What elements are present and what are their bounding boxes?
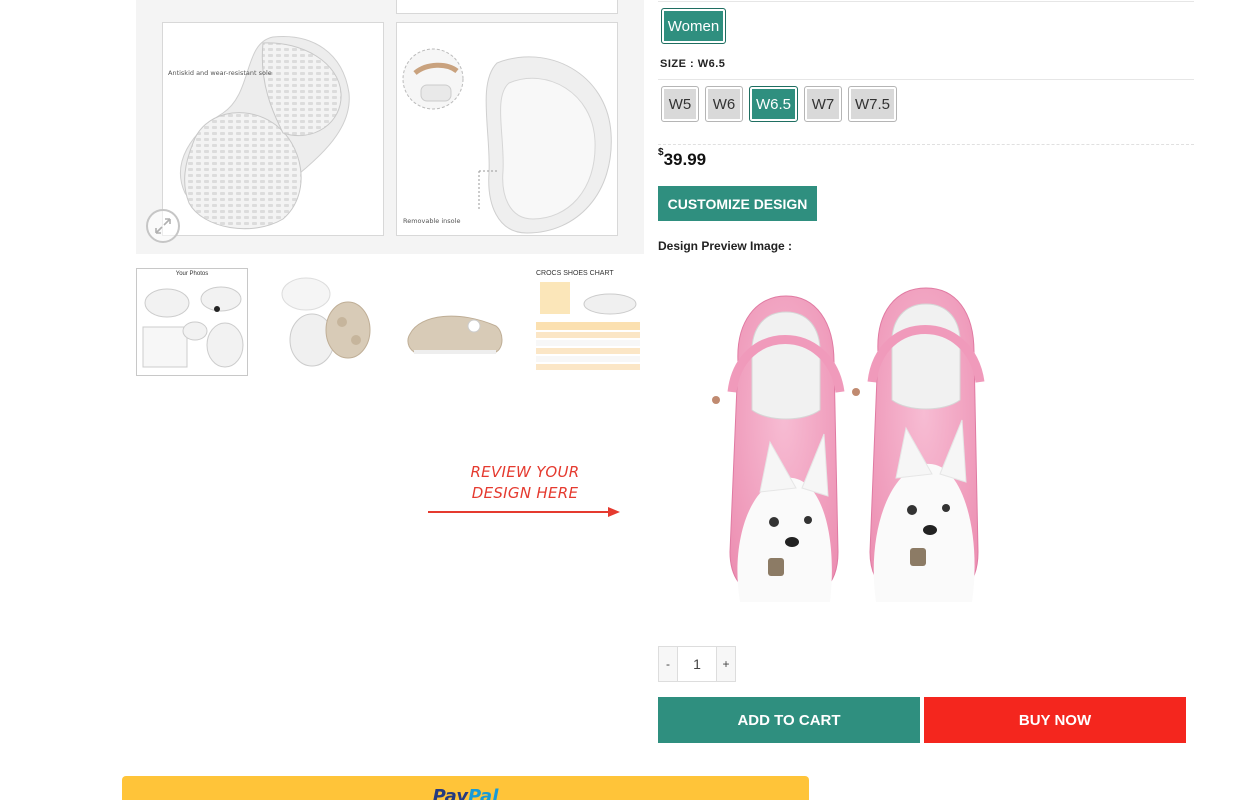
thumbnail-2[interactable] (268, 268, 380, 376)
add-to-cart-button[interactable]: ADD TO CART (658, 697, 920, 743)
design-preview-image (712, 287, 985, 602)
size-label: SIZE : W6.5 (660, 58, 726, 70)
size-option-w6[interactable]: W6 (705, 86, 743, 122)
zoom-out-icon[interactable] (146, 209, 180, 243)
review-design-callout: REVIEW YOUR DESIGN HERE (460, 462, 590, 504)
callout-line-2: DESIGN HERE (471, 484, 579, 502)
image-top-strip (396, 0, 618, 14)
paypal-logo-part2: Pal (468, 786, 499, 800)
sole-caption: Antiskid and wear-resistant sole (168, 69, 272, 77)
option-divider-top (658, 1, 1194, 2)
size-divider (658, 79, 1194, 80)
thumbnail-caption: Your Photos (175, 271, 209, 277)
size-option-w7-5[interactable]: W7.5 (848, 86, 897, 122)
size-label-text: SIZE (660, 58, 687, 70)
price-currency: $ (658, 147, 664, 159)
callout-line-1: REVIEW YOUR (470, 463, 580, 481)
thumbnail-image (281, 277, 371, 367)
thumbnail-1[interactable]: Your Photos (136, 268, 248, 376)
sole-panel (162, 22, 384, 236)
thumbnail-caption: CROCS SHOES CHART (536, 270, 614, 277)
quantity-input[interactable]: 1 (678, 646, 716, 682)
size-option-w5[interactable]: W5 (661, 86, 699, 122)
paypal-button[interactable]: PayPal (122, 776, 809, 800)
paypal-logo-part1: Pay (432, 786, 468, 800)
gender-option-women[interactable]: Women (661, 8, 726, 44)
product-price: $39.99 (658, 147, 707, 170)
quantity-increase-button[interactable]: + (716, 646, 736, 682)
thumbnail-image (407, 315, 503, 354)
selected-size: W6.5 (697, 58, 726, 70)
customize-design-button[interactable]: CUSTOMIZE DESIGN (658, 186, 817, 221)
size-chart-image (536, 282, 640, 370)
zoom-arrows-glyph (155, 218, 171, 234)
thumbnail-image (142, 286, 244, 368)
price-amount: 39.99 (663, 150, 707, 169)
insole-caption: Removable insole (403, 217, 461, 225)
size-option-w6-5[interactable]: W6.5 (749, 86, 798, 122)
main-product-image[interactable]: Antiskid and wear-resistant sole Removab… (136, 0, 644, 254)
right-arrow-icon (428, 507, 620, 517)
sole-illustration (180, 36, 350, 230)
insole-illustration (402, 48, 612, 234)
quantity-decrease-button[interactable]: - (658, 646, 678, 682)
size-option-w7[interactable]: W7 (804, 86, 842, 122)
buy-now-button[interactable]: BUY NOW (924, 697, 1186, 743)
insole-panel (396, 22, 618, 236)
price-divider (658, 144, 1194, 145)
design-preview-label: Design Preview Image : (658, 239, 793, 253)
thumbnail-4[interactable]: CROCS SHOES CHART (532, 268, 644, 376)
paypal-logo: PayPal (433, 788, 499, 800)
thumbnail-3[interactable] (400, 268, 512, 376)
quantity-stepper: - 1 + (658, 646, 736, 682)
